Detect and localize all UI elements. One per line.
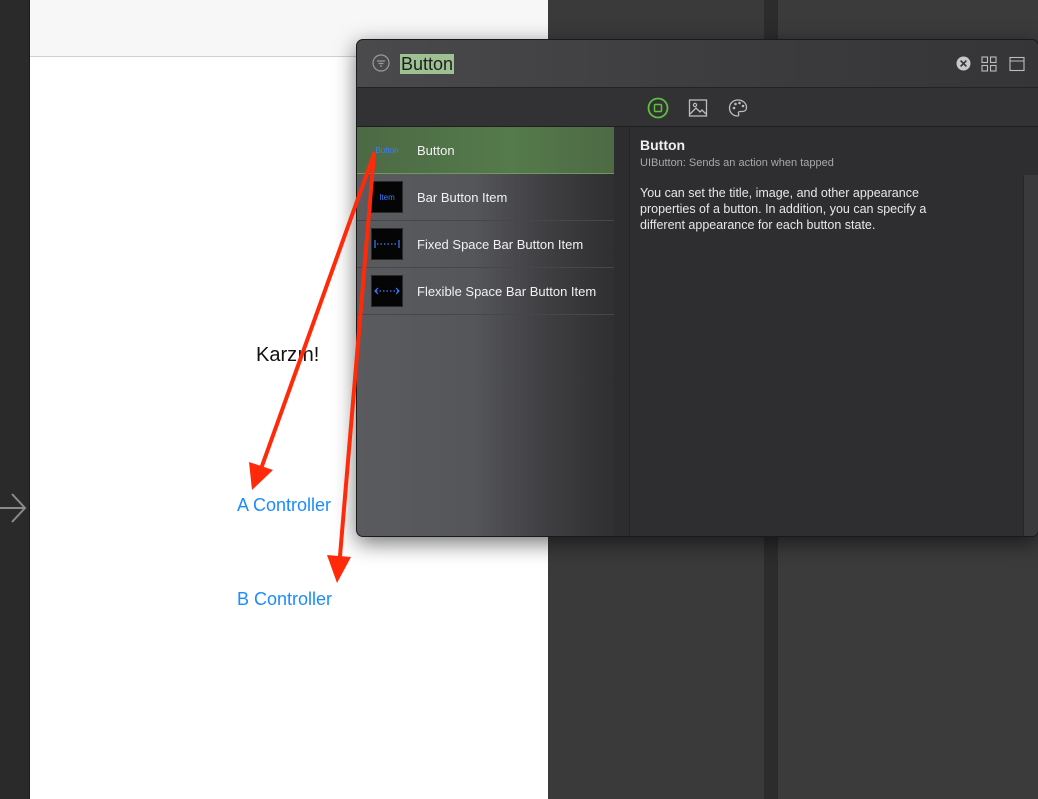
grid-view-icon[interactable] — [981, 56, 997, 72]
library-header: Button — [357, 40, 1038, 88]
a-controller-button[interactable]: A Controller — [237, 495, 331, 516]
list-item-label: Fixed Space Bar Button Item — [417, 236, 584, 252]
bar-button-item-thumbnail: Item — [371, 181, 403, 213]
item-detail-pane: Button UIButton: Sends an action when ta… — [630, 127, 1038, 536]
list-item-label: Bar Button Item — [417, 189, 508, 205]
detail-description: You can set the title, image, and other … — [640, 186, 927, 232]
b-controller-button[interactable]: B Controller — [237, 589, 332, 610]
detail-scrollbar[interactable] — [1023, 175, 1038, 536]
flexible-space-thumbnail — [371, 275, 403, 307]
list-item-bar-button-item[interactable]: Item Bar Button Item — [357, 174, 614, 221]
list-item-button[interactable]: Button Button — [357, 127, 614, 174]
list-item-label: Flexible Space Bar Button Item — [417, 283, 597, 299]
detail-title: Button — [640, 137, 686, 153]
fixed-space-icon — [374, 240, 400, 248]
search-query-text: Button — [400, 54, 455, 74]
list-scrollbar[interactable] — [614, 127, 630, 536]
list-view-icon[interactable] — [1009, 56, 1025, 72]
flexible-space-icon — [374, 287, 400, 295]
color-palette-tab-icon[interactable] — [727, 97, 749, 119]
clear-search-icon[interactable] — [956, 56, 971, 71]
scene-label[interactable]: Karzın! — [256, 344, 319, 367]
list-item-flexible-space[interactable]: Flexible Space Bar Button Item — [357, 268, 614, 315]
object-library-popover: Button Button Button Item Bar Button Ite… — [356, 39, 1038, 537]
list-item-fixed-space[interactable]: Fixed Space Bar Button Item — [357, 221, 614, 268]
filter-icon[interactable] — [372, 54, 390, 72]
button-thumbnail: Button — [375, 145, 399, 155]
library-tab-bar — [357, 88, 1038, 127]
library-search-input[interactable]: Button — [400, 52, 900, 76]
detail-subtitle: UIButton: Sends an action when tapped — [640, 157, 834, 169]
objects-tab-icon[interactable] — [647, 97, 669, 119]
media-tab-icon[interactable] — [687, 97, 709, 119]
storyboard-entry-arrow-icon — [0, 493, 27, 523]
fixed-space-thumbnail — [371, 228, 403, 260]
library-item-list[interactable]: Button Button Item Bar Button Item Fixed… — [357, 127, 615, 536]
list-item-label: Button — [417, 142, 455, 158]
canvas-gutter — [0, 0, 30, 799]
